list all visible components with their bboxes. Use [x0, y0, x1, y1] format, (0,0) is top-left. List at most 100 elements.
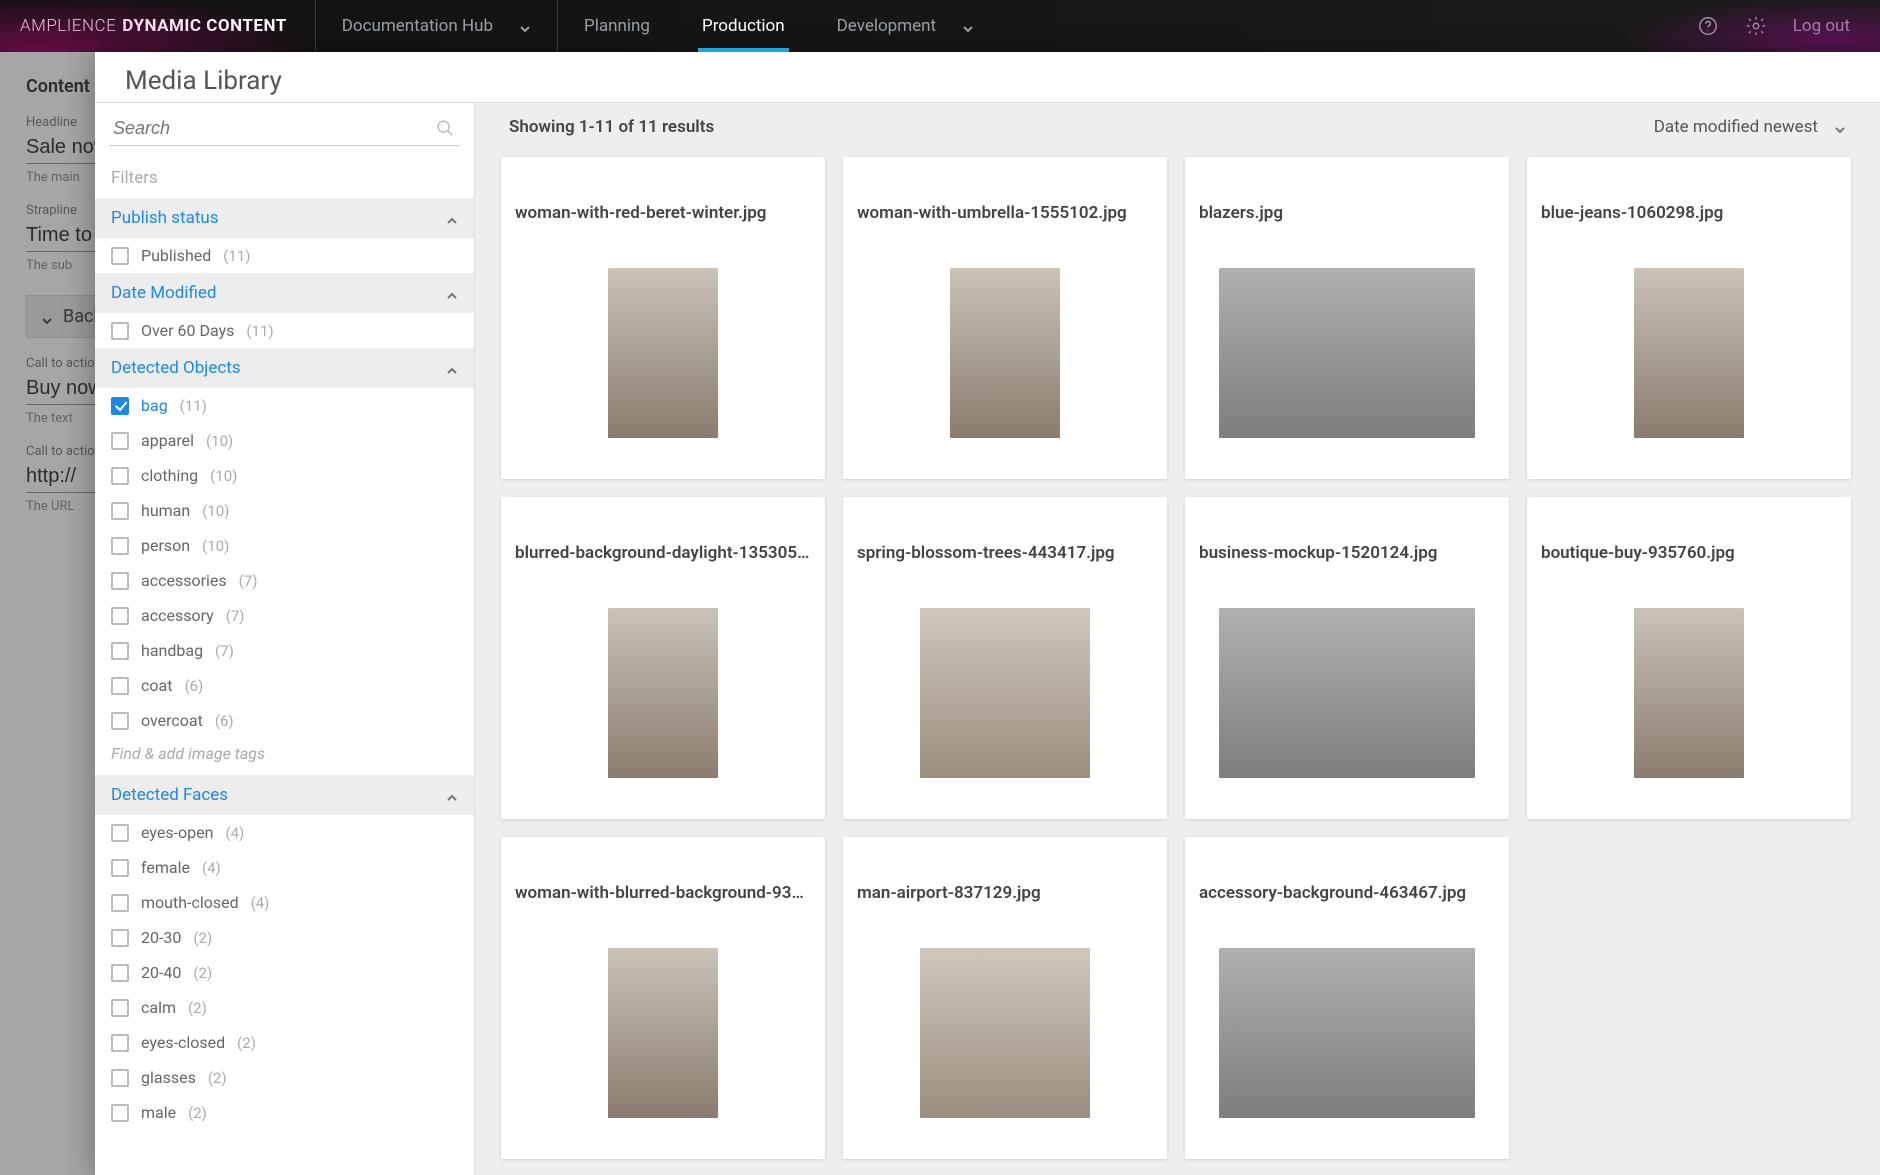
- media-card-title: woman-with-blurred-background-936244.jpg: [515, 883, 811, 903]
- media-card[interactable]: blazers.jpg: [1185, 157, 1509, 479]
- filter-option[interactable]: Over 60 Days (11): [95, 313, 474, 348]
- search-input[interactable]: [113, 118, 434, 139]
- filter-option[interactable]: apparel(10): [95, 423, 474, 458]
- filter-option[interactable]: handbag(7): [95, 633, 474, 668]
- filter-option[interactable]: accessory(7): [95, 598, 474, 633]
- filter-option-count: (4): [202, 859, 221, 877]
- filter-option[interactable]: 20-30 (2): [95, 920, 474, 955]
- sort-dropdown[interactable]: Date modified newest: [1654, 117, 1846, 137]
- filter-option-label: mouth-closed: [141, 893, 239, 912]
- media-card[interactable]: woman-with-red-beret-winter.jpg: [501, 157, 825, 479]
- nav-tab-development[interactable]: Development: [811, 0, 1000, 52]
- media-card-title: blurred-background-daylight-1353051.jpg: [515, 543, 811, 563]
- media-card[interactable]: business-mockup-1520124.jpg: [1185, 497, 1509, 819]
- checkbox-icon: [111, 1034, 129, 1052]
- filter-option[interactable]: overcoat(6): [95, 703, 474, 738]
- media-card[interactable]: spring-blossom-trees-443417.jpg: [843, 497, 1167, 819]
- filter-option-count: (11): [246, 322, 273, 340]
- sort-label: Date modified newest: [1654, 117, 1818, 137]
- media-card[interactable]: accessory-background-463467.jpg: [1185, 837, 1509, 1159]
- filter-option-label: 20-40: [141, 963, 181, 982]
- filter-group-header[interactable]: Detected Faces: [95, 775, 474, 815]
- filter-option-count: (11): [223, 247, 250, 265]
- filter-option-count: (2): [193, 929, 212, 947]
- checkbox-icon: [111, 397, 129, 415]
- filter-option-label: Over 60 Days: [141, 321, 234, 340]
- filter-option-label: clothing: [141, 466, 198, 485]
- thumbnail-image: [950, 268, 1060, 438]
- filter-option-count: (7): [226, 607, 245, 625]
- filter-option-label: Published: [141, 246, 211, 265]
- filter-option[interactable]: coat(6): [95, 668, 474, 703]
- results-toolbar: Showing 1-11 of 11 results Date modified…: [475, 103, 1880, 147]
- chevron-up-icon: [446, 362, 458, 374]
- filter-option-label: 20-30: [141, 928, 181, 947]
- filter-option-label: handbag: [141, 641, 203, 660]
- gear-icon[interactable]: [1745, 15, 1767, 37]
- filter-option-label: human: [141, 501, 190, 520]
- media-card-title: blazers.jpg: [1199, 203, 1495, 223]
- media-card[interactable]: boutique-buy-935760.jpg: [1527, 497, 1851, 819]
- media-card[interactable]: woman-with-blurred-background-936244.jpg: [501, 837, 825, 1159]
- media-library-modal: Media Library Filters Publish statusPubl…: [95, 52, 1880, 1175]
- media-card[interactable]: blue-jeans-1060298.jpg: [1527, 157, 1851, 479]
- results-panel: Showing 1-11 of 11 results Date modified…: [475, 103, 1880, 1175]
- top-navbar: AMPLIENCE DYNAMIC CONTENT Documentation …: [0, 0, 1880, 52]
- filter-option[interactable]: clothing(10): [95, 458, 474, 493]
- checkbox-icon: [111, 502, 129, 520]
- filter-option-count: (7): [239, 572, 258, 590]
- checkbox-icon: [111, 642, 129, 660]
- checkbox-icon: [111, 607, 129, 625]
- media-thumbnail: [515, 921, 811, 1145]
- filter-option[interactable]: bag(11): [95, 388, 474, 423]
- filter-option-count: (11): [180, 397, 207, 415]
- media-thumbnail: [857, 581, 1153, 805]
- brand-name-bold: DYNAMIC CONTENT: [122, 16, 286, 36]
- filter-option[interactable]: eyes-closed(2): [95, 1025, 474, 1060]
- filter-option[interactable]: Published (11): [95, 238, 474, 273]
- tag-search-input[interactable]: Find & add image tags: [111, 744, 458, 763]
- filter-option-count: (4): [225, 824, 244, 842]
- filter-option[interactable]: eyes-open(4): [95, 815, 474, 850]
- filter-option[interactable]: human (10): [95, 493, 474, 528]
- filter-option[interactable]: female(4): [95, 850, 474, 885]
- filter-group-title: Detected Objects: [111, 358, 241, 378]
- chevron-up-icon: [446, 287, 458, 299]
- filter-group-header[interactable]: Date Modified: [95, 273, 474, 313]
- media-card-title: blue-jeans-1060298.jpg: [1541, 203, 1837, 223]
- checkbox-icon: [111, 929, 129, 947]
- logout-link[interactable]: Log out: [1793, 16, 1850, 36]
- results-grid: woman-with-red-beret-winter.jpgwoman-wit…: [475, 147, 1880, 1175]
- help-icon[interactable]: [1697, 15, 1719, 37]
- filter-group-title: Detected Faces: [111, 785, 228, 805]
- media-card[interactable]: man-airport-837129.jpg: [843, 837, 1167, 1159]
- thumbnail-image: [920, 608, 1090, 778]
- checkbox-icon: [111, 677, 129, 695]
- checkbox-icon: [111, 467, 129, 485]
- media-card[interactable]: blurred-background-daylight-1353051.jpg: [501, 497, 825, 819]
- media-card-title: accessory-background-463467.jpg: [1199, 883, 1495, 903]
- media-thumbnail: [515, 241, 811, 465]
- thumbnail-image: [920, 948, 1090, 1118]
- media-card[interactable]: woman-with-umbrella-1555102.jpg: [843, 157, 1167, 479]
- filter-option-count: (6): [184, 677, 203, 695]
- filter-option-label: calm: [141, 998, 176, 1017]
- filter-group-header[interactable]: Publish status: [95, 198, 474, 238]
- thumbnail-image: [608, 268, 718, 438]
- media-thumbnail: [1541, 581, 1837, 805]
- filter-option[interactable]: calm(2): [95, 990, 474, 1025]
- chevron-up-icon: [446, 789, 458, 801]
- filter-option[interactable]: mouth-closed(4): [95, 885, 474, 920]
- filter-option[interactable]: 20-40(2): [95, 955, 474, 990]
- filter-option[interactable]: male(2): [95, 1095, 474, 1130]
- nav-tab-planning[interactable]: Planning: [558, 0, 676, 52]
- nav-tab-label: Planning: [584, 16, 650, 36]
- filter-option-count: (10): [202, 502, 229, 520]
- filter-group-header[interactable]: Detected Objects: [95, 348, 474, 388]
- nav-tab-production[interactable]: Production: [676, 0, 811, 52]
- nav-hub-dropdown[interactable]: Documentation Hub: [316, 0, 557, 52]
- filter-option[interactable]: glasses(2): [95, 1060, 474, 1095]
- filter-option[interactable]: accessories(7): [95, 563, 474, 598]
- filter-option[interactable]: person(10): [95, 528, 474, 563]
- search-field[interactable]: [109, 111, 460, 146]
